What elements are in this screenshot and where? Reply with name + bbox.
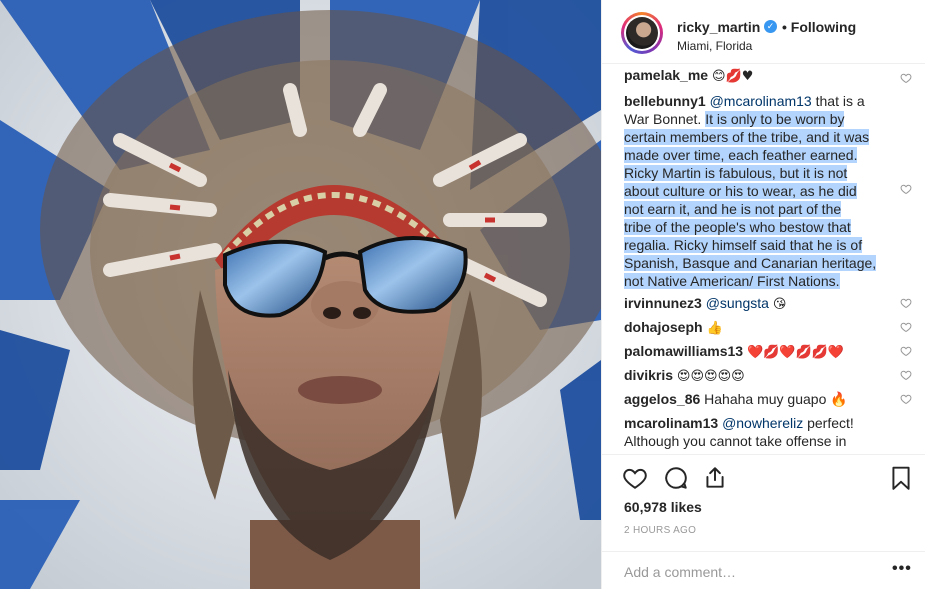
comment-item: bellebunny1 @mcarolinam13 that is a War …	[624, 92, 890, 290]
comment-item: pamelak_me 😊💋♥	[624, 66, 890, 86]
comment-mention[interactable]: @nowhereliz	[722, 415, 803, 431]
comment-item: palomawilliams13 ❤️💋❤️💋💋❤️	[624, 342, 890, 362]
comment-author[interactable]: bellebunny1	[624, 93, 706, 109]
comment-author[interactable]: palomawilliams13	[624, 343, 743, 359]
more-options-button[interactable]: •••	[892, 560, 912, 578]
bookmark-icon[interactable]	[888, 465, 914, 491]
post-actions: 60,978 likes 2 HOURS AGO Add a comment… …	[602, 454, 925, 590]
comment-text-highlighted: Ricky Martin is fabulous, but it is not	[624, 165, 848, 181]
add-comment-input[interactable]: Add a comment…	[624, 564, 736, 580]
comment-author[interactable]: mcarolinam13	[624, 415, 718, 431]
location-link[interactable]: Miami, Florida	[677, 39, 752, 53]
comment-text: 😊💋♥	[711, 69, 754, 84]
comments-list[interactable]: pamelak_me 😊💋♥ bellebunny1 @mcarolinam13…	[602, 64, 925, 454]
comment-text: Although you cannot take offense in	[624, 433, 847, 449]
comment-text-highlighted: regalia. Ricky himself said that he is o…	[624, 237, 863, 253]
comment-text: 😘	[772, 297, 787, 312]
comment-text-highlighted: about culture or his to wear, as he did	[624, 183, 857, 199]
comment-item: irvinnunez3 @sungsta 😘	[624, 294, 890, 314]
likes-count[interactable]: 60,978 likes	[624, 499, 702, 515]
username-link[interactable]: ricky_martin	[677, 19, 760, 35]
small-heart-icon[interactable]	[900, 321, 912, 333]
post-side-panel: ricky_martin ✓ • Following Miami, Florid…	[601, 0, 925, 589]
comment-text: Hahaha muy guapo 🔥	[704, 391, 848, 407]
heart-icon[interactable]	[622, 465, 648, 491]
comment-author[interactable]: divikris	[624, 367, 673, 383]
comment-text-highlighted: Spanish, Basque and Canarian heritage,	[624, 255, 877, 271]
small-heart-icon[interactable]	[900, 369, 912, 381]
share-icon[interactable]	[702, 465, 728, 491]
small-heart-icon[interactable]	[900, 183, 912, 195]
comment-text-highlighted: tribe of the people's who bestow that	[624, 219, 851, 235]
post-header: ricky_martin ✓ • Following Miami, Florid…	[602, 0, 925, 64]
comment-text-highlighted: certain members of the tribe, and it was	[624, 129, 870, 145]
comment-author[interactable]: pamelak_me	[624, 67, 708, 83]
small-heart-icon[interactable]	[900, 72, 912, 84]
comment-author[interactable]: irvinnunez3	[624, 295, 702, 311]
comment-text: perfect!	[807, 415, 854, 431]
comment-text-highlighted: not Native American/ First Nations.	[624, 273, 840, 289]
small-heart-icon[interactable]	[900, 345, 912, 357]
comment-text-highlighted: It is only to be worn by	[705, 111, 845, 127]
verified-badge-icon: ✓	[764, 20, 777, 33]
comment-author[interactable]: aggelos_86	[624, 391, 700, 407]
small-heart-icon[interactable]	[900, 297, 912, 309]
avatar[interactable]	[621, 12, 663, 54]
comment-text-highlighted: not earn it, and he is not part of the	[624, 201, 842, 217]
comment-author[interactable]: dohajoseph	[624, 319, 703, 335]
comment-mention[interactable]: @sungsta	[706, 295, 769, 311]
add-comment-bar: Add a comment… •••	[602, 551, 925, 591]
comment-text-highlighted: made over time, each feather earned.	[624, 147, 858, 163]
comment-item: dohajoseph 👍	[624, 318, 890, 338]
comment-text: 👍	[706, 321, 723, 336]
comment-text: ❤️💋❤️💋💋❤️	[746, 345, 845, 360]
comment-mention[interactable]: @mcarolinam13	[710, 93, 812, 109]
comment-bubble-icon[interactable]	[663, 465, 689, 491]
comment-item: divikris 😍😍😍😍😍	[624, 366, 890, 386]
comment-text: 😍😍😍😍😍	[676, 369, 745, 384]
comment-item: mcarolinam13 @nowhereliz perfect! Althou…	[624, 414, 890, 450]
small-heart-icon[interactable]	[900, 393, 912, 405]
post-timestamp[interactable]: 2 HOURS AGO	[624, 525, 696, 536]
photo-illustration	[0, 0, 601, 589]
comment-item: aggelos_86 Hahaha muy guapo 🔥	[624, 390, 890, 408]
post-photo[interactable]	[0, 0, 601, 589]
following-button[interactable]: • Following	[782, 19, 856, 35]
